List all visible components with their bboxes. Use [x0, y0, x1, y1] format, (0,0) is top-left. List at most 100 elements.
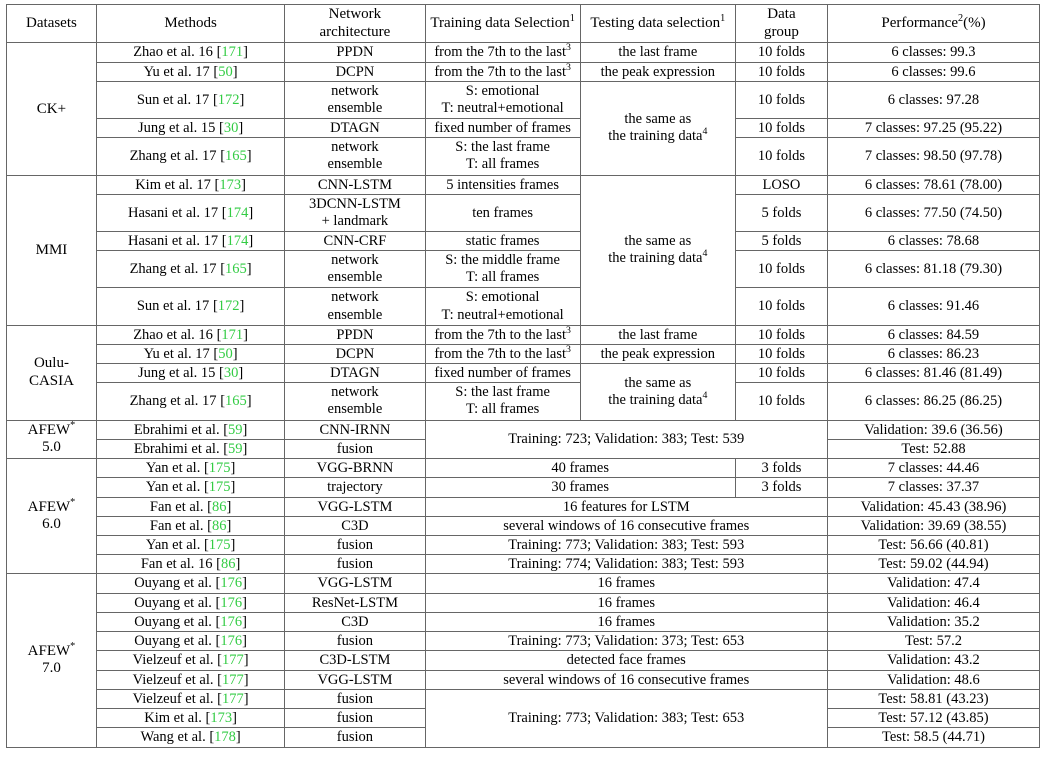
dataset-label-asterisk: *	[70, 640, 76, 652]
method-name: Jung et al. 15	[138, 120, 216, 137]
data-group-cell: 10 folds	[734, 42, 828, 63]
method-name: Zhao et al. 16	[133, 326, 213, 343]
testing-selection-cell: the peak expression	[579, 343, 736, 365]
reference-number[interactable]: 176	[220, 614, 242, 630]
table-head: Datasets Methods Network architecture Tr…	[6, 3, 1041, 44]
dataset-label-line1: Oulu-	[33, 354, 69, 371]
reference-number[interactable]: 174	[227, 205, 249, 221]
reference-number[interactable]: 177	[222, 672, 244, 688]
col-header-performance: Performance2(%)	[826, 3, 1041, 44]
reference-number[interactable]: 175	[209, 460, 231, 476]
architecture-cell: network ensemble	[284, 250, 426, 289]
performance-cell: Test: 57.2	[826, 631, 1041, 652]
table-row: Vielzeuf et al. [177] VGG-LSTM several w…	[7, 669, 1041, 690]
reference-number[interactable]: 86	[212, 518, 227, 534]
col-header-data-group-line2: group	[763, 23, 799, 40]
dataset-label-line1: AFEW*	[27, 640, 76, 659]
col-header-training-text: Training data Selection	[430, 15, 570, 32]
reference-number[interactable]: 178	[214, 729, 236, 745]
col-header-training-footnote: 1	[569, 13, 575, 25]
reference-number[interactable]: 177	[222, 691, 244, 707]
method-cell: Yu et al. 17 [50]	[95, 61, 286, 82]
reference-number[interactable]: 175	[209, 537, 231, 553]
table-row: Ouyang et al. [176] ResNet-LSTM 16 frame…	[7, 592, 1041, 613]
table-row: Sun et al. 17 [172] network ensemble S: …	[7, 80, 1041, 176]
testing-selection-cell-merged: the same as the training data4	[579, 174, 736, 326]
table-row: AFEW* 5.0 Ebrahimi et al. [59] CNN-IRNN …	[6, 419, 1041, 460]
training-selection-cell: fixed number of frames	[424, 118, 581, 139]
training-selection-cell: S: emotional T: neutral+emotional	[424, 80, 581, 120]
performance-cell: Validation: 39.69 (38.55)	[826, 515, 1041, 536]
architecture-line2: ensemble	[327, 269, 383, 286]
reference-number[interactable]: 50	[218, 64, 233, 80]
table-row: Fan et al. [86] VGG-LSTM 16 features for…	[7, 496, 1041, 517]
reference-number[interactable]: 173	[219, 177, 241, 193]
reference-number[interactable]: 176	[220, 633, 242, 649]
reference-number[interactable]: 165	[225, 148, 247, 164]
table-row: Yan et al. [175] fusion Training: 773; V…	[7, 534, 1041, 556]
reference-number[interactable]: 175	[209, 479, 231, 495]
reference-number[interactable]: 176	[220, 575, 242, 591]
performance-cell: 7 classes: 37.37	[826, 477, 1041, 498]
table-row: Yu et al. 17 [50] DCPN from the 7th to t…	[7, 61, 1041, 82]
table-row: Fan et al. [86] C3D several windows of 1…	[7, 515, 1041, 536]
testing-selection-cell-merged: the same as the training data4	[579, 363, 736, 421]
table-row: Zhang et al. 17 [165] network ensemble S…	[7, 382, 1041, 421]
reference-number[interactable]: 59	[228, 441, 243, 457]
data-selection-cell: detected face frames	[424, 650, 828, 671]
dataset-label-line2: CASIA	[28, 372, 74, 389]
testing-selection-line1: the same as	[624, 232, 692, 249]
data-selection-cell: 16 frames	[424, 611, 828, 633]
architecture-cell: network ensemble	[284, 287, 426, 326]
data-group-cell: 10 folds	[734, 382, 828, 421]
reference-number[interactable]: 177	[222, 652, 244, 668]
method-cell: Kim et al. [173]	[95, 708, 286, 729]
reference-number[interactable]: 176	[220, 595, 242, 611]
data-selection-cell: Training: 774; Validation: 383; Test: 59…	[424, 554, 828, 575]
reference-number[interactable]: 86	[221, 556, 236, 572]
architecture-cell: fusion	[284, 438, 426, 460]
reference-number[interactable]: 172	[218, 298, 240, 314]
performance-cell: 6 classes: 81.46 (81.49)	[826, 363, 1041, 384]
table-row: Vielzeuf et al. [177] fusion Training: 7…	[7, 688, 1041, 748]
data-selection-cell: Training: 773; Validation: 383; Test: 59…	[424, 534, 828, 556]
method-name: Sun et al. 17	[136, 298, 210, 315]
performance-cell: 6 classes: 81.18 (79.30)	[826, 250, 1041, 289]
performance-cell: 6 classes: 99.6	[826, 61, 1041, 82]
method-cell: Kim et al. 17 [173]	[95, 174, 286, 195]
col-header-training-data-selection: Training data Selection1	[424, 3, 581, 44]
architecture-cell: trajectory	[284, 477, 426, 498]
reference-number[interactable]: 165	[225, 393, 247, 409]
reference-number[interactable]: 86	[212, 499, 227, 515]
training-selection-cell: S: the last frame T: all frames	[424, 137, 581, 176]
dataset-label-asterisk: *	[70, 420, 76, 431]
col-header-data-group: Data group	[734, 3, 828, 44]
method-cell: Yu et al. 17 [50]	[95, 343, 286, 365]
method-cell: Vielzeuf et al. [177]	[95, 669, 286, 690]
training-selection-line1: S: the last frame	[455, 384, 550, 401]
group-afew-6: AFEW* 6.0 Yan et al. [175] VGG-BRNN 40 f…	[6, 458, 1041, 575]
architecture-line1: 3DCNN-LSTM	[308, 195, 401, 212]
reference-number[interactable]: 173	[210, 710, 232, 726]
architecture-cell: DTAGN	[284, 118, 426, 139]
reference-number[interactable]: 59	[228, 422, 243, 438]
performance-cell: Test: 59.02 (44.94)	[826, 554, 1041, 575]
reference-number[interactable]: 171	[221, 44, 243, 60]
method-name: Yan et al.	[145, 479, 201, 496]
reference-number[interactable]: 165	[225, 261, 247, 277]
data-selection-cell-merged: Training: 723; Validation: 383; Test: 53…	[424, 419, 828, 460]
method-name: Vielzeuf et al.	[132, 690, 214, 707]
reference-number[interactable]: 50	[218, 346, 233, 362]
performance-cell: 6 classes: 86.25 (86.25)	[826, 382, 1041, 421]
reference-number[interactable]: 171	[221, 327, 243, 343]
reference-number[interactable]: 174	[227, 233, 249, 249]
data-group-cell: LOSO	[734, 174, 828, 195]
performance-cell: 6 classes: 77.50 (74.50)	[826, 193, 1041, 232]
table-row: MMI Kim et al. 17 [173] CNN-LSTM 5 inten…	[6, 174, 1041, 326]
reference-number[interactable]: 172	[218, 92, 240, 108]
method-cell: Fan et al. [86]	[95, 496, 286, 517]
reference-number[interactable]: 30	[224, 120, 239, 136]
architecture-cell: PPDN	[284, 324, 426, 345]
reference-number[interactable]: 30	[224, 365, 239, 381]
testing-selection-cell: the peak expression	[579, 61, 736, 82]
